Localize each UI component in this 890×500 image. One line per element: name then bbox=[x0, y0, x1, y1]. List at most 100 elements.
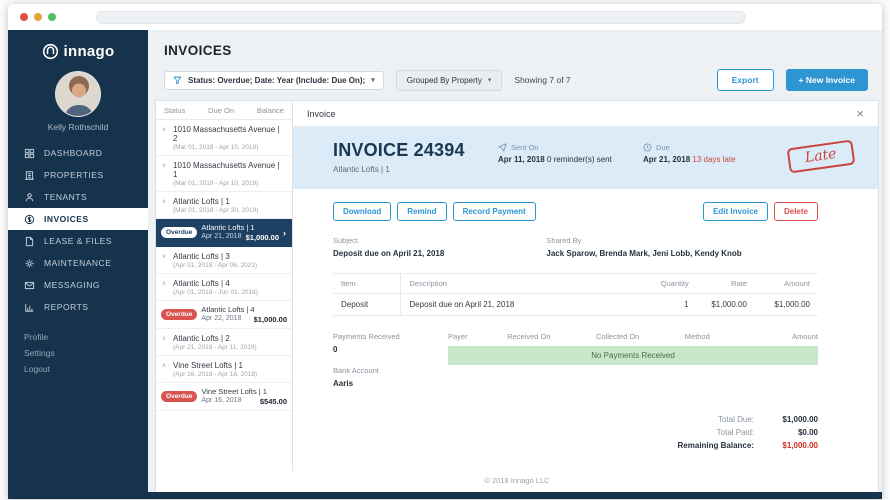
new-invoice-button[interactable]: + New Invoice bbox=[785, 69, 868, 91]
download-button[interactable]: Download bbox=[333, 202, 392, 221]
items-col-item: Item bbox=[333, 273, 401, 295]
traffic-light-maximize[interactable] bbox=[48, 13, 56, 21]
invoice-list-header: Status Due On Balance bbox=[156, 101, 292, 120]
invoice-group-header[interactable]: ∨ 1010 Massachusetts Avenue | 1 (Mar 01,… bbox=[156, 156, 292, 192]
invoice-row-selected[interactable]: Overdue Atlantic Lofts | 1 Apr 21, 2018 … bbox=[156, 219, 292, 247]
items-col-quantity: Quantity bbox=[628, 273, 697, 295]
invoice-group-header[interactable]: ∨ Atlantic Lofts | 2 (Apr 21, 2018 - Apr… bbox=[156, 329, 292, 356]
shared-by-label: Shared By bbox=[546, 236, 582, 245]
group-title: Atlantic Lofts | 2 bbox=[173, 334, 230, 343]
invoice-list-panel: Status Due On Balance ∨ 1010 Massachuset… bbox=[156, 101, 293, 471]
reminders-sent: 0 reminder(s) sent bbox=[546, 155, 612, 164]
sidebar-item-tenants[interactable]: TENANTS bbox=[8, 186, 148, 208]
maintenance-icon bbox=[25, 259, 34, 267]
payments-received-count: 0 bbox=[333, 345, 338, 355]
invoice-detail-body: Download Remind Record Payment Edit Invo… bbox=[293, 189, 878, 471]
sidebar-item-reports[interactable]: REPORTS bbox=[8, 296, 148, 318]
column-balance: Balance bbox=[256, 106, 284, 115]
group-dates: (Mar 01, 2018 - Apr 10, 2019) bbox=[173, 180, 259, 187]
traffic-light-minimize[interactable] bbox=[34, 13, 42, 21]
group-dates: (Mar 01, 2018 - Apr 10, 2019) bbox=[173, 144, 259, 151]
invoice-row-amount: $1,000.00 bbox=[245, 233, 279, 242]
toolbar: Status: Overdue; Date: Year (Include: Du… bbox=[148, 69, 882, 100]
sidebar-item-messaging[interactable]: MESSAGING bbox=[8, 274, 148, 296]
group-title: Vine Street Lofts | 1 bbox=[173, 361, 243, 370]
group-by-dropdown[interactable]: Grouped By Property ▾ bbox=[395, 69, 503, 91]
sent-on-date: Apr 11, 2018 bbox=[498, 155, 545, 164]
table-row: Deposit Deposit due on April 21, 2018 1 … bbox=[333, 293, 818, 317]
chevron-up-icon: ∧ bbox=[162, 363, 167, 369]
app-window: innago Kelly Rothschild DASHBOARD PROPER… bbox=[8, 4, 882, 499]
remind-button[interactable]: Remind bbox=[397, 202, 447, 221]
main-area: INVOICES Status: Overdue; Date: Year (In… bbox=[148, 30, 882, 492]
sidebar-item-properties[interactable]: PROPERTIES bbox=[8, 164, 148, 186]
status-badge: Overdue bbox=[161, 391, 198, 402]
traffic-light-close[interactable] bbox=[20, 13, 28, 21]
invoice-row[interactable]: Overdue Atlantic Lofts | 4 Apr 22, 2018 … bbox=[156, 301, 292, 329]
quantity-cell: 1 bbox=[628, 293, 697, 317]
profile-link[interactable]: Profile bbox=[24, 332, 148, 342]
subject-label: Subject bbox=[333, 236, 359, 245]
filter-dropdown[interactable]: Status: Overdue; Date: Year (Include: Du… bbox=[164, 70, 384, 90]
sidebar-item-lease-files[interactable]: LEASE & FILES bbox=[8, 230, 148, 252]
invoice-group-header[interactable]: ∧ Atlantic Lofts | 1 (Mar 01, 2018 - Apr… bbox=[156, 192, 292, 219]
invoice-group-header[interactable]: ∧ Vine Street Lofts | 1 (Apr 16, 2018 - … bbox=[156, 356, 292, 383]
items-col-amount: Amount bbox=[754, 273, 818, 295]
group-title: Atlantic Lofts | 3 bbox=[173, 252, 230, 261]
invoice-property: Atlantic Lofts | 1 bbox=[333, 165, 390, 174]
invoice-group-header[interactable]: ∧ Atlantic Lofts | 4 (Apr 01, 2018 - Jun… bbox=[156, 274, 292, 301]
days-late: 13 days late bbox=[692, 155, 736, 164]
total-due-label: Total Due: bbox=[717, 414, 754, 424]
group-dates: (Apr 21, 2018 - Apr 11, 2019) bbox=[173, 344, 257, 351]
chevron-down-icon: ∨ bbox=[162, 336, 167, 342]
settings-link[interactable]: Settings bbox=[24, 348, 148, 358]
due-date: Apr 21, 2018 bbox=[643, 155, 691, 164]
innago-logo-icon bbox=[42, 43, 58, 60]
invoice-row-date: Apr 22, 2018 bbox=[201, 315, 242, 322]
payments-col-method: Method bbox=[684, 332, 710, 342]
properties-icon bbox=[25, 170, 34, 180]
innago-logo-text: innago bbox=[63, 43, 115, 60]
group-title: Atlantic Lofts | 4 bbox=[173, 279, 230, 288]
record-payment-button[interactable]: Record Payment bbox=[452, 202, 536, 221]
late-stamp: Late bbox=[786, 139, 855, 174]
status-badge: Overdue bbox=[161, 227, 198, 238]
group-dates: (Apr 01, 2018 - Jun 01, 2018) bbox=[173, 289, 258, 296]
sent-on-block: Sent On Apr 11, 2018 0 reminder(s) sent bbox=[498, 140, 643, 164]
delete-button[interactable]: Delete bbox=[773, 202, 818, 221]
edit-invoice-button[interactable]: Edit Invoice bbox=[703, 202, 768, 221]
export-button[interactable]: Export bbox=[716, 69, 774, 91]
invoice-header: INVOICE 24394 Atlantic Lofts | 1 Sent On… bbox=[293, 127, 878, 189]
address-bar[interactable] bbox=[96, 10, 746, 24]
sidebar-item-dashboard[interactable]: DASHBOARD bbox=[8, 142, 148, 164]
line-items-table: Item Description Quantity Rate Amount De… bbox=[333, 273, 818, 317]
invoice-row[interactable]: Overdue Vine Street Lofts | 1 Apr 16, 20… bbox=[156, 383, 292, 411]
dashboard-icon bbox=[24, 148, 35, 158]
items-col-description: Description bbox=[400, 273, 629, 295]
copyright-text: © 2018 Innago LLC bbox=[484, 476, 550, 485]
payments-section: Payments Received 0 Bank Account Aaris P… bbox=[333, 332, 818, 400]
detail-panel-title: Invoice bbox=[307, 108, 336, 119]
total-paid-value: $0.00 bbox=[797, 427, 818, 437]
clock-icon bbox=[643, 143, 652, 152]
lease-files-icon bbox=[25, 236, 34, 246]
payments-received-label: Payments Received bbox=[333, 332, 400, 342]
column-status: Status bbox=[164, 106, 186, 115]
logout-link[interactable]: Logout bbox=[24, 364, 148, 374]
group-title: Atlantic Lofts | 1 bbox=[173, 197, 230, 206]
shared-by-value: Jack Sparow, Brenda Mark, Jeni Lobb, Ken… bbox=[546, 249, 742, 258]
sidebar-item-maintenance[interactable]: MAINTENANCE bbox=[8, 252, 148, 274]
close-icon[interactable]: × bbox=[856, 107, 864, 120]
messaging-icon bbox=[24, 281, 35, 289]
chevron-down-icon: ▾ bbox=[487, 77, 492, 84]
payments-col-collected-on: Collected On bbox=[595, 332, 640, 342]
showing-count: Showing 7 of 7 bbox=[514, 75, 571, 85]
sidebar-item-invoices[interactable]: INVOICES bbox=[8, 208, 148, 230]
invoice-row-name: Atlantic Lofts | 4 bbox=[201, 305, 255, 314]
bank-account-label: Bank Account bbox=[333, 366, 379, 376]
payments-col-received-on: Received On bbox=[507, 332, 551, 342]
sidebar-footer-links: Profile Settings Logout bbox=[8, 332, 148, 380]
invoice-group-header[interactable]: ∨ Atlantic Lofts | 3 (Apr 01, 2018 - Apr… bbox=[156, 247, 292, 274]
filter-text: Status: Overdue; Date: Year (Include: Du… bbox=[188, 75, 366, 85]
invoice-group-header[interactable]: ∨ 1010 Massachusetts Avenue | 2 (Mar 01,… bbox=[156, 120, 292, 156]
